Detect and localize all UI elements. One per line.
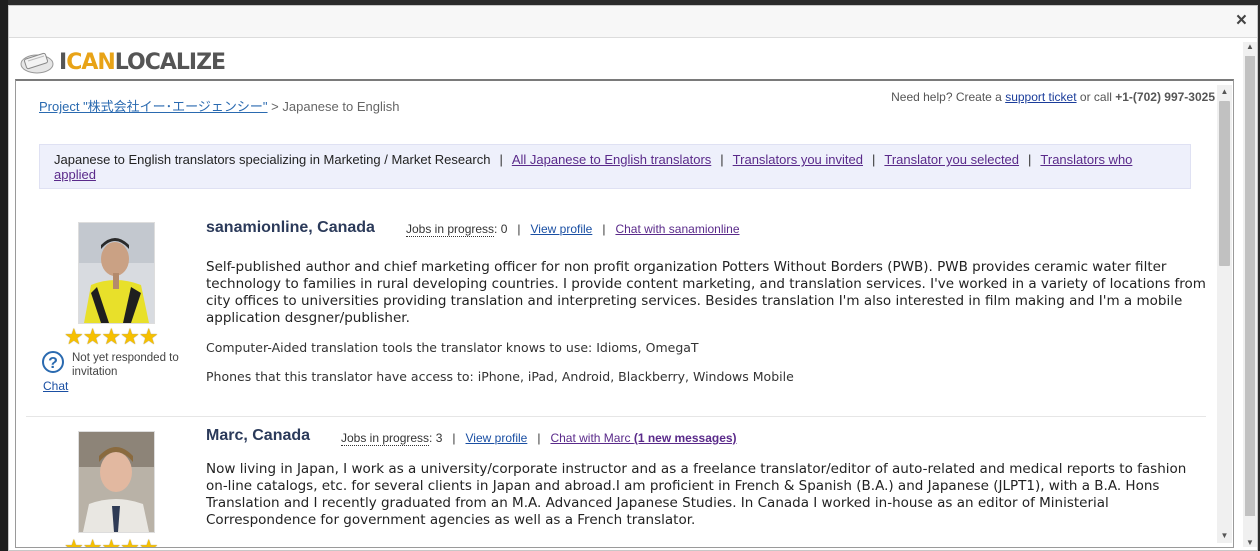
chat-with-translator-link[interactable]: Chat with sanamionline <box>615 222 739 236</box>
translator-name: sanamionline, Canada <box>206 219 375 236</box>
tab-selected[interactable]: Translator you selected <box>884 152 1019 167</box>
chat-with-translator-link[interactable]: Chat with Marc (1 new messages) <box>550 431 736 445</box>
chat-link[interactable]: Chat <box>43 379 68 393</box>
avatar <box>78 222 155 324</box>
jobs-count: : 3 <box>429 431 443 445</box>
tab-invited[interactable]: Translators you invited <box>733 152 863 167</box>
scroll-up-icon[interactable]: ▲ <box>1243 42 1257 51</box>
icanlocalize-logo: ICANLOCALIZE <box>19 48 226 78</box>
support-ticket-link[interactable]: support ticket <box>1005 90 1076 104</box>
scroll-down-icon[interactable]: ▼ <box>1243 538 1257 547</box>
jobs-in-progress-label: Jobs in progress <box>341 431 430 446</box>
translator-meta: Jobs in progress: 3 | View profile | Chat wi… <box>341 431 737 446</box>
frame-scrollbar[interactable]: ▲ ▼ <box>1217 85 1232 543</box>
view-profile-link[interactable]: View profile <box>531 222 593 236</box>
support-phone: +1-(702) 997-3025 <box>1115 90 1215 104</box>
breadcrumb: Project "株式会社イー･エージェンシー" > Japanese to E… <box>39 99 400 114</box>
logo-hand-icon <box>20 52 54 74</box>
new-messages-count: (1 new messages) <box>633 431 737 445</box>
frame-scroll-up-icon[interactable]: ▲ <box>1217 85 1232 99</box>
translator-card: ★★★★★ Marc, Canada Jobs in progress: 3 | V… <box>26 416 1206 547</box>
view-profile-link[interactable]: View profile <box>466 431 528 445</box>
translator-name: Marc, Canada <box>206 427 311 444</box>
jobs-in-progress-label: Jobs in progress <box>406 222 495 237</box>
tab-all-translators[interactable]: All Japanese to English translators <box>512 152 711 167</box>
rating-stars: ★★★★★ <box>64 324 159 349</box>
translator-filter-tabs: Japanese to English translators speciali… <box>39 144 1191 189</box>
translator-bio: Self-published author and chief marketin… <box>206 259 1206 326</box>
jobs-count: : 0 <box>494 222 508 236</box>
project-link[interactable]: Project "株式会社イー･エージェンシー" <box>39 99 268 114</box>
content-frame: Project "株式会社イー･エージェンシー" > Japanese to E… <box>15 79 1234 548</box>
question-icon: ? <box>42 351 64 373</box>
breadcrumb-current: Japanese to English <box>282 99 400 114</box>
rating-stars: ★★★★★ <box>64 535 159 548</box>
help-text: Need help? Create a support ticket or ca… <box>891 90 1215 104</box>
dialog-scroll-thumb[interactable] <box>1245 56 1255 516</box>
background-page <box>0 0 8 551</box>
frame-scroll-thumb[interactable] <box>1219 101 1230 266</box>
translator-dialog: × ICANLOCALIZE ▲ ▼ Project "株式会社イー･エージェン… <box>8 5 1258 551</box>
dialog-titlebar: × <box>9 6 1257 38</box>
phones-access: Phones that this translator have access … <box>206 369 794 384</box>
translator-bio: Now living in Japan, I work as a univers… <box>206 461 1187 528</box>
avatar <box>78 431 155 533</box>
translator-meta: Jobs in progress: 0 | View profile | Chat wi… <box>406 222 740 237</box>
logo-text: ICANLOCALIZE <box>59 50 226 75</box>
tab-current-filter: Japanese to English translators speciali… <box>54 152 491 167</box>
dialog-scrollbar[interactable]: ▲ ▼ <box>1243 42 1257 547</box>
frame-scroll-down-icon[interactable]: ▼ <box>1217 529 1232 543</box>
close-icon[interactable]: × <box>1236 10 1247 32</box>
cat-tools: Computer-Aided translation tools the tra… <box>206 340 699 355</box>
